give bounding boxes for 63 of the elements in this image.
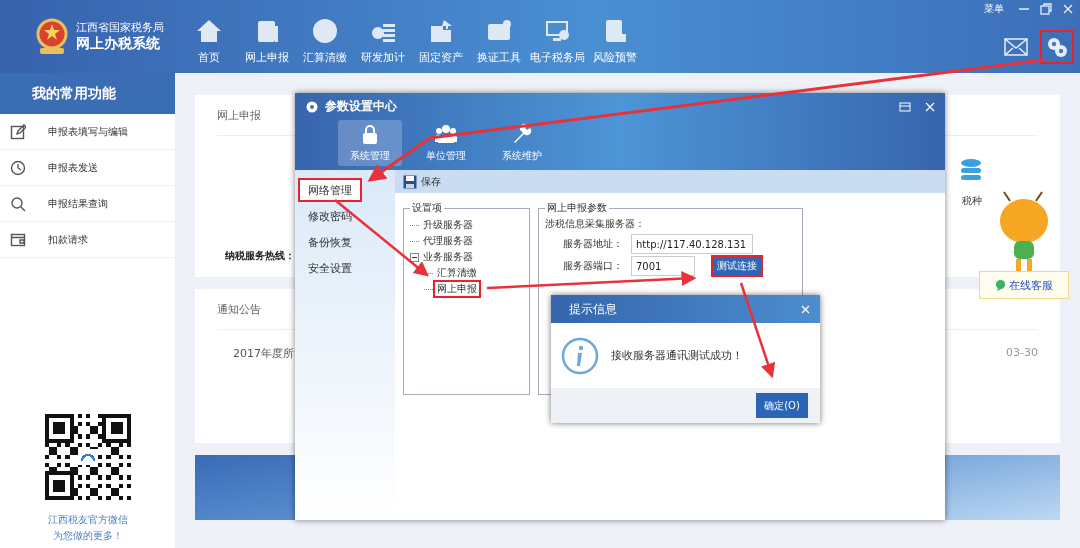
- sidebar-item[interactable]: 扣款请求: [0, 222, 175, 258]
- nav-item[interactable]: 换证工具: [470, 0, 528, 73]
- nav-item[interactable]: 首页: [180, 0, 238, 73]
- online-service-button[interactable]: 在线客服: [979, 271, 1069, 299]
- collapse-icon[interactable]: [410, 252, 419, 262]
- org-name: 江西省国家税务局: [76, 20, 164, 35]
- monitor-icon: [544, 18, 570, 44]
- ok-button[interactable]: 确定(O): [756, 393, 808, 418]
- port-field[interactable]: 7001: [631, 256, 695, 276]
- search-icon: [10, 195, 26, 212]
- tree-item[interactable]: 代理服务器: [419, 232, 477, 250]
- tree-item[interactable]: 业务服务器: [419, 248, 477, 266]
- test-connection-button[interactable]: 测试连接: [711, 255, 763, 277]
- building-icon: [428, 18, 454, 44]
- group-title: 设置项: [411, 201, 443, 215]
- notice-link[interactable]: 2017年度所: [233, 346, 294, 361]
- hotline-text: 纳税服务热线：: [225, 249, 295, 263]
- floppy-icon: [403, 174, 417, 189]
- settings-nav-item[interactable]: 安全设置: [298, 256, 362, 280]
- tree-item[interactable]: 网上申报: [433, 280, 481, 298]
- notice-date: 03-30: [1006, 346, 1038, 361]
- qr-caption: 江西税友官方微信: [47, 513, 128, 527]
- edit-icon: [10, 123, 26, 140]
- tree-item[interactable]: 升级服务器: [419, 216, 477, 234]
- system-name: 网上办税系统: [76, 35, 161, 53]
- tax-type-label[interactable]: 税种: [962, 194, 982, 208]
- nav-item[interactable]: 汇算清缴: [296, 0, 354, 73]
- sidebar-header: 我的常用功能: [0, 73, 175, 114]
- clock-icon: [10, 159, 26, 176]
- dialog-title: 参数设置中心: [325, 98, 397, 115]
- settings-nav-item[interactable]: 网络管理: [298, 178, 362, 202]
- nav-item[interactable]: 电子税务局: [528, 0, 586, 73]
- settings-nav-item[interactable]: 修改密码: [298, 204, 362, 228]
- sidebar-item[interactable]: 申报结果查询: [0, 186, 175, 222]
- group-title: 网上申报参数: [546, 201, 608, 215]
- restore-icon[interactable]: [1040, 3, 1052, 15]
- sidebar-item[interactable]: 申报表发送: [0, 150, 175, 186]
- settings-nav-item[interactable]: 备份恢复: [298, 230, 362, 254]
- home-icon: [196, 18, 222, 44]
- database-icon[interactable]: [960, 158, 982, 182]
- mail-icon[interactable]: [1004, 38, 1028, 56]
- field-label: 服务器端口：: [563, 259, 624, 273]
- address-field[interactable]: http://117.40.128.131: [631, 234, 753, 254]
- menu-button[interactable]: 菜单: [984, 2, 1004, 16]
- qr-caption: 为您做的更多！: [52, 529, 123, 543]
- info-icon: [561, 336, 599, 375]
- chat-icon: [995, 279, 1006, 291]
- nav-item[interactable]: 网上申报: [238, 0, 296, 73]
- wallet-icon: [10, 231, 26, 248]
- people-icon: [435, 123, 457, 145]
- field-group-label: 涉税信息采集服务器：: [545, 217, 646, 231]
- settings-button[interactable]: [1040, 30, 1074, 64]
- tree-item[interactable]: 汇算清缴: [433, 264, 481, 282]
- sidebar-item[interactable]: 申报表填写与编辑: [0, 114, 175, 150]
- nav-item[interactable]: 研发加计: [354, 0, 412, 73]
- gear-icon: [1045, 35, 1069, 59]
- restore-icon[interactable]: [899, 101, 911, 112]
- dialog-title: 提示信息: [569, 300, 617, 318]
- close-icon[interactable]: [1062, 3, 1074, 15]
- save-button[interactable]: 保存: [403, 174, 441, 189]
- nav-item[interactable]: 固定资产: [412, 0, 470, 73]
- field-label: 服务器地址：: [563, 237, 624, 251]
- message-text: 接收服务器通讯测试成功！: [611, 348, 743, 363]
